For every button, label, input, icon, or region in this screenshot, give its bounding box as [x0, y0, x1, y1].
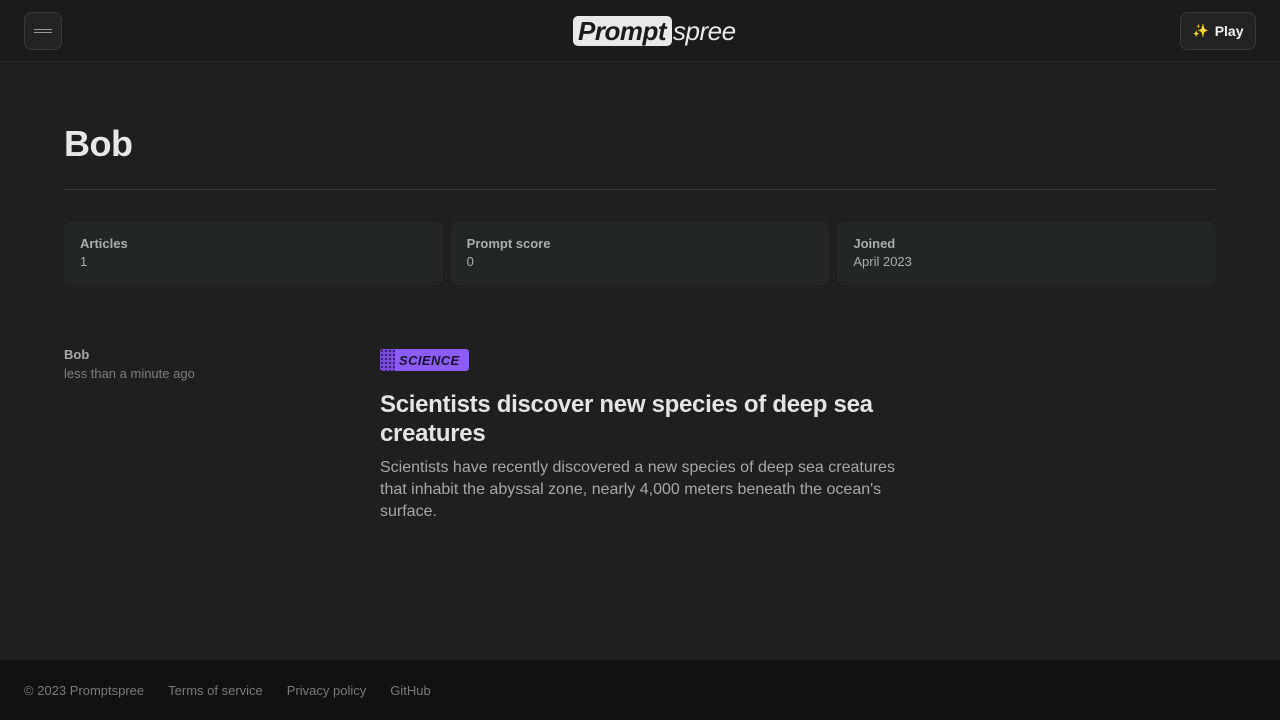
- stat-label: Prompt score: [466, 236, 551, 251]
- tag-pattern-icon: [380, 349, 395, 371]
- promptspree-logo[interactable]: Prompt spree: [573, 15, 736, 47]
- profile-stats: Articles 1 Prompt score 0 Joined April 2…: [64, 222, 1217, 285]
- logo-spree-text: spree: [673, 16, 736, 46]
- sparkles-icon: ✨: [1192, 23, 1209, 38]
- footer-link-terms[interactable]: Terms of service: [168, 683, 263, 698]
- article-summary: Scientists have recently discovered a ne…: [380, 459, 895, 520]
- stat-value: 0: [466, 254, 474, 269]
- top-header: Prompt spree ✨ Play: [0, 0, 1280, 62]
- title-divider: [64, 189, 1216, 190]
- logo-prompt-text: Prompt: [573, 16, 672, 46]
- category-tag[interactable]: SCIENCE: [380, 349, 469, 371]
- stat-value: 1: [80, 254, 88, 269]
- article-timestamp: less than a minute ago: [64, 366, 195, 381]
- stat-value: April 2023: [853, 254, 912, 269]
- play-label: Play: [1214, 23, 1244, 39]
- menu-button[interactable]: [24, 12, 62, 50]
- footer-copyright: © 2023 Promptspree: [24, 682, 145, 698]
- stat-prompt-score: Prompt score 0: [450, 222, 830, 285]
- stat-label: Articles: [80, 236, 128, 251]
- article-title[interactable]: Scientists discover new species of deep …: [380, 390, 900, 448]
- category-tag-label: SCIENCE: [399, 352, 460, 368]
- hamburger-icon: [34, 28, 52, 34]
- stat-joined: Joined April 2023: [837, 222, 1217, 285]
- stat-articles: Articles 1: [64, 222, 443, 285]
- article-card: SCIENCE Scientists discover new species …: [380, 349, 900, 523]
- profile-name: Bob: [64, 123, 133, 164]
- site-footer: © 2023 Promptspree Terms of service Priv…: [0, 660, 1280, 720]
- footer-link-privacy[interactable]: Privacy policy: [287, 683, 366, 698]
- play-button[interactable]: ✨ Play: [1180, 12, 1256, 50]
- stat-label: Joined: [853, 236, 896, 251]
- footer-link-github[interactable]: GitHub: [390, 683, 430, 698]
- article-author-name[interactable]: Bob: [64, 347, 195, 363]
- article-author-info: Bob less than a minute ago: [64, 347, 195, 383]
